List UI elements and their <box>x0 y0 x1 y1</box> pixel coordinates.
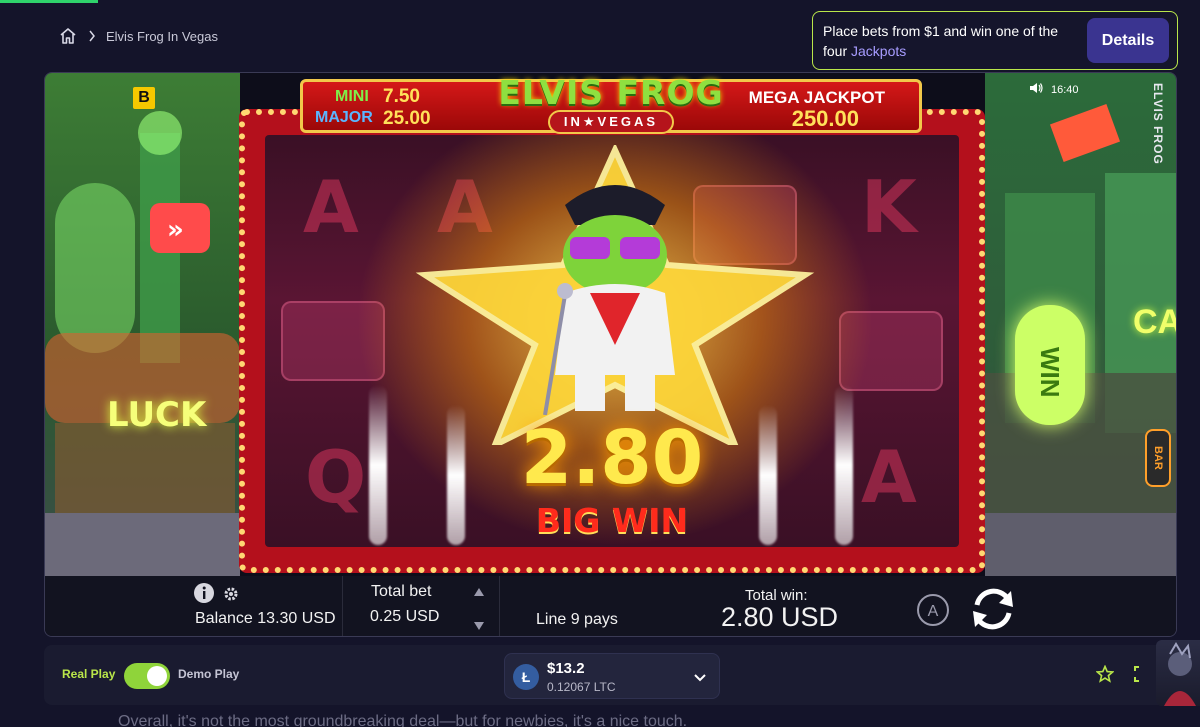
article-text-cutoff: Overall, it's not the most groundbreakin… <box>118 713 688 727</box>
big-win-amount: 2.80 <box>520 415 704 501</box>
chevron-right-icon <box>88 30 96 42</box>
jackpot-major-label: MAJOR <box>315 109 373 126</box>
home-icon[interactable] <box>58 26 78 46</box>
game-logo: ELVIS FROG IN★VEGAS <box>497 73 725 143</box>
breadcrumb-current[interactable]: Elvis Frog In Vegas <box>106 29 218 44</box>
jackpot-mega-value: 250.00 <box>791 106 859 131</box>
avatar[interactable] <box>1156 640 1200 706</box>
details-button[interactable]: Details <box>1087 18 1169 63</box>
spin-button[interactable] <box>967 583 1019 636</box>
jackpot-mega-label: MEGA JACKPOT <box>748 88 885 107</box>
litecoin-icon: Ł <box>513 664 539 690</box>
total-win-value: 2.80 USD <box>721 602 839 632</box>
currency-selector[interactable]: Ł $13.2 0.12067 LTC <box>504 653 720 699</box>
logo-title: ELVIS FROG <box>498 73 724 112</box>
city-backdrop-left: » <box>45 73 240 576</box>
total-bet-label: Total bet <box>371 583 432 600</box>
game-controls: Balance 13.30 USD Total bet 0.25 USD Lin… <box>45 576 1176 636</box>
line-pays-message: Line 9 pays <box>536 611 618 628</box>
svg-text:»: » <box>167 215 184 245</box>
bet-decrease-arrow-icon[interactable] <box>473 618 485 636</box>
divider <box>342 576 343 636</box>
divider <box>499 576 500 636</box>
toggle-knob <box>147 666 167 686</box>
star-favorite-icon[interactable] <box>1095 664 1115 688</box>
side-game-title: ELVIS FROG <box>1151 83 1165 165</box>
game-canvas[interactable]: » LUCK WIN CA BAR B 16:40 E <box>45 73 1176 576</box>
balance-display: Balance 13.30 USD <box>195 610 336 627</box>
breadcrumb: Elvis Frog In Vegas <box>58 26 218 46</box>
currency-ltc-amount: 0.12067 LTC <box>547 680 616 694</box>
play-mode-bar: Real Play Demo Play Ł $13.2 0.12067 LTC <box>44 645 1177 705</box>
elvis-frog-character <box>543 185 675 415</box>
top-accent-bar <box>0 0 98 3</box>
game-frame: » LUCK WIN CA BAR B 16:40 E <box>44 72 1177 637</box>
bet-increase-arrow-icon[interactable] <box>473 584 485 602</box>
currency-usd-amount: $13.2 <box>547 660 585 677</box>
jackpot-major-value: 25.00 <box>383 108 431 129</box>
game-clock: 16:40 <box>1029 82 1079 97</box>
promo-text: Place bets from $1 and win one of the fo… <box>823 21 1085 61</box>
jackpot-mini-label: MINI <box>335 88 369 105</box>
real-play-label[interactable]: Real Play <box>62 667 115 681</box>
gear-icon[interactable] <box>223 586 239 607</box>
jackpot-mini-value: 7.50 <box>383 86 420 107</box>
jackpot-promo-banner: Place bets from $1 and win one of the fo… <box>812 11 1178 70</box>
speaker-icon[interactable] <box>1029 82 1043 97</box>
fullscreen-icon[interactable] <box>1134 666 1148 687</box>
promo-text-highlight[interactable]: Jackpots <box>851 43 906 59</box>
logo-subtitle: IN★VEGAS <box>547 110 675 134</box>
brand-badge: B <box>133 87 155 109</box>
reel-area: A A K Q A <box>265 135 959 547</box>
casino-sign: CA <box>1133 303 1176 341</box>
info-icon[interactable] <box>193 582 215 609</box>
reel-marquee: A A K Q A <box>239 109 985 573</box>
clock-time: 16:40 <box>1051 83 1079 96</box>
bar-sign: BAR <box>1145 429 1171 487</box>
autoplay-button[interactable]: A <box>915 592 951 633</box>
play-mode-toggle[interactable] <box>124 663 170 689</box>
demo-play-label[interactable]: Demo Play <box>178 667 239 681</box>
big-win-banner: BIG WIN <box>535 501 689 540</box>
total-bet-value: 0.25 USD <box>370 608 440 625</box>
win-sign: WIN <box>1015 305 1085 425</box>
chevron-down-icon <box>693 670 707 688</box>
reel-symbol: A <box>303 165 359 249</box>
luck-sign: LUCK <box>107 395 207 435</box>
autoplay-label: A <box>928 603 939 620</box>
